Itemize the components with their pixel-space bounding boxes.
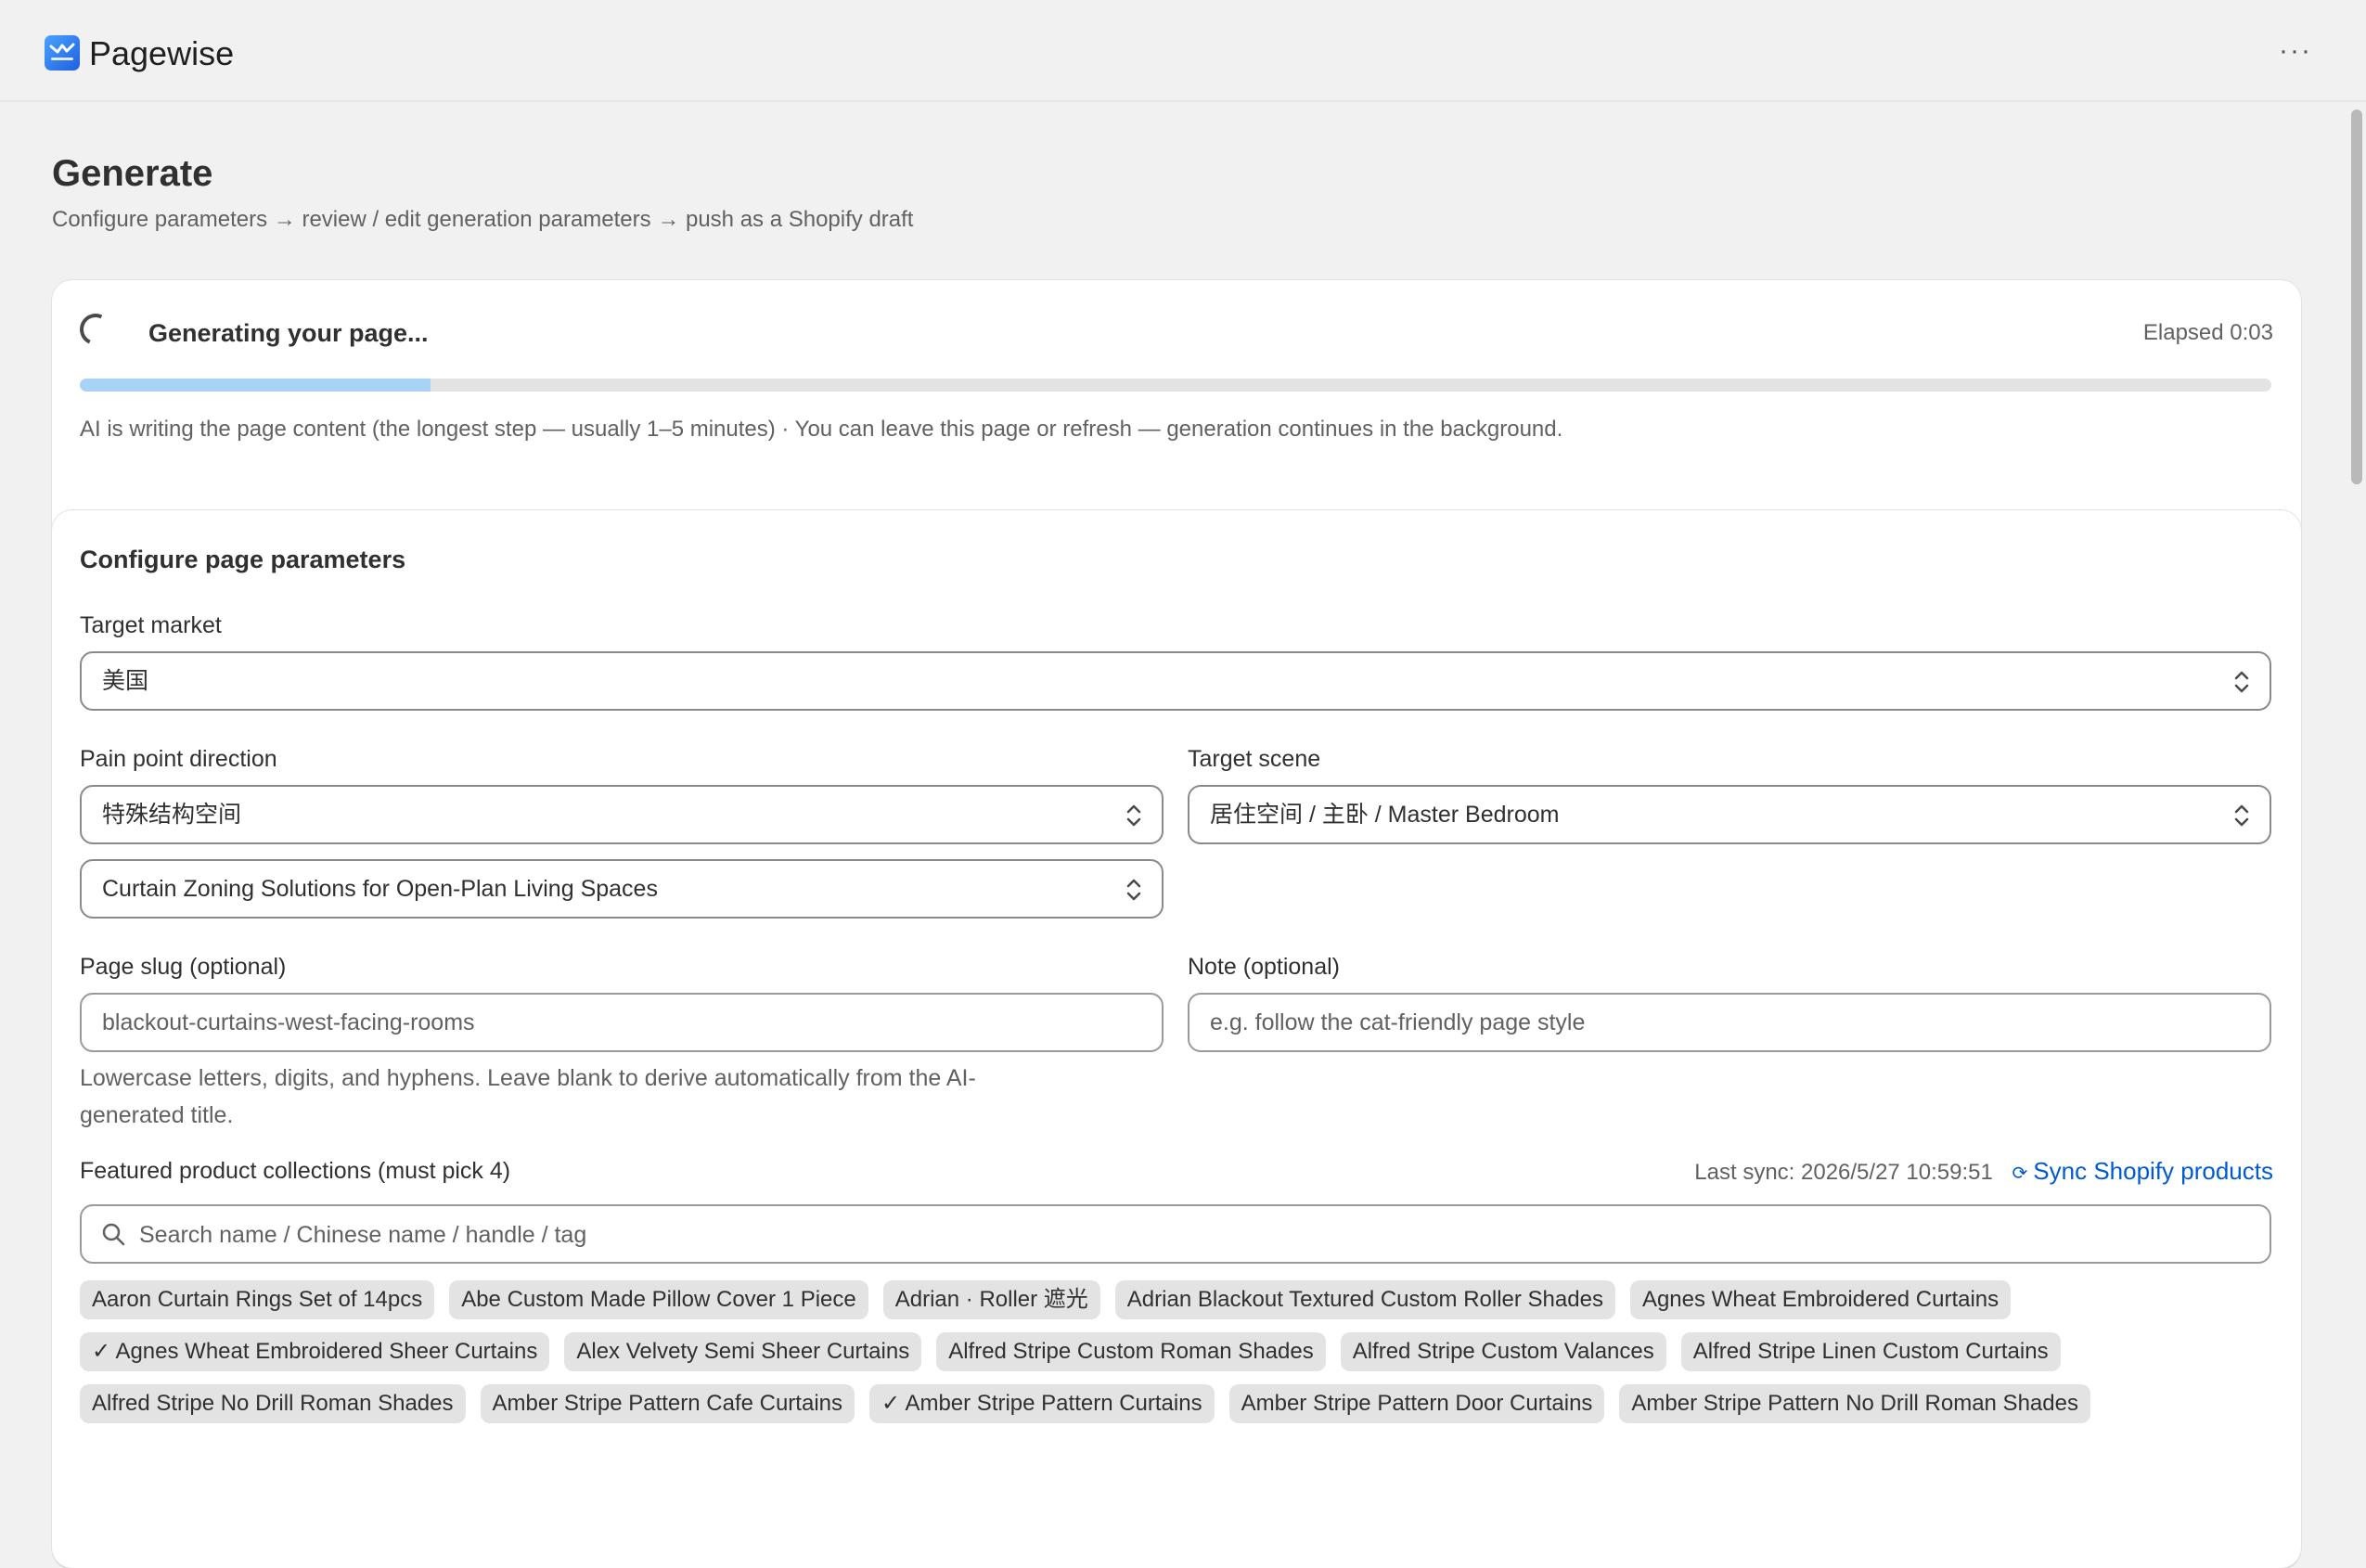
elapsed-time: Elapsed 0:03 <box>2142 320 2273 345</box>
page-subtitle: Configure parameters → review / edit gen… <box>52 207 914 232</box>
collections-label: Featured product collections (must pick … <box>80 1158 511 1184</box>
note-label: Note (optional) <box>1188 954 1340 980</box>
select-chevron-icon <box>2234 804 2249 827</box>
chip-row: ✓ Agnes Wheat Embroidered Sheer Curtains… <box>80 1332 2288 1371</box>
collection-chip[interactable]: Abe Custom Made Pillow Cover 1 Piece <box>449 1280 868 1319</box>
collection-chip[interactable]: ✓ Agnes Wheat Embroidered Sheer Curtains <box>80 1332 550 1371</box>
last-sync-time: Last sync: 2026/5/27 10:59:51 <box>1694 1160 1993 1185</box>
pain-point-value: 特殊结构空间 <box>102 802 242 828</box>
note-placeholder: e.g. follow the cat-friendly page style <box>1210 1009 1586 1035</box>
collection-chip[interactable]: Alfred Stripe Custom Valances <box>1340 1332 1666 1371</box>
collection-chip[interactable]: Adrian Blackout Textured Custom Roller S… <box>1114 1280 1615 1319</box>
collection-chip[interactable]: Amber Stripe Pattern Cafe Curtains <box>480 1384 855 1423</box>
more-options-icon[interactable]: ··· <box>2277 37 2314 71</box>
page-slug-hint: Lowercase letters, digits, and hyphens. … <box>80 1060 1164 1134</box>
app-title: Pagewise <box>89 34 235 72</box>
pain-point-sub-value: Curtain Zoning Solutions for Open-Plan L… <box>102 876 658 902</box>
collection-chip[interactable]: Agnes Wheat Embroidered Curtains <box>1629 1280 2012 1319</box>
search-icon <box>102 1223 125 1246</box>
progress-bar-fill <box>80 379 431 392</box>
scrollbar-thumb[interactable] <box>2351 109 2362 484</box>
target-market-select[interactable]: 美国 <box>80 651 2271 711</box>
page-title: Generate <box>52 153 213 194</box>
collection-chip[interactable]: Amber Stripe Pattern Door Curtains <box>1228 1384 1605 1423</box>
chip-row: Aaron Curtain Rings Set of 14pcs Abe Cust… <box>80 1280 2288 1319</box>
select-chevron-icon <box>1126 879 1141 901</box>
page-slug-input[interactable]: blackout-curtains-west-facing-rooms <box>80 993 1164 1052</box>
top-bar: Pagewise ··· <box>0 0 2366 102</box>
collection-chip[interactable]: Alex Velvety Semi Sheer Curtains <box>564 1332 922 1371</box>
target-scene-select[interactable]: 居住空间 / 主卧 / Master Bedroom <box>1188 785 2271 844</box>
sync-shopify-products-link[interactable]: Sync Shopify products <box>2033 1157 2273 1185</box>
page-slug-hint-line: generated title. <box>80 1102 234 1128</box>
section-title: Configure page parameters <box>80 546 406 573</box>
select-chevron-icon <box>1126 804 1141 827</box>
collection-chips: Aaron Curtain Rings Set of 14pcs Abe Cust… <box>80 1280 2288 1436</box>
collection-chip[interactable]: Alfred Stripe Linen Custom Curtains <box>1680 1332 2061 1371</box>
page-slug-label: Page slug (optional) <box>80 954 287 980</box>
collections-search[interactable] <box>80 1204 2271 1264</box>
collection-chip[interactable]: Aaron Curtain Rings Set of 14pcs <box>80 1280 435 1319</box>
select-chevron-icon <box>2234 671 2249 693</box>
app-logo-icon <box>45 35 80 71</box>
pain-point-label: Pain point direction <box>80 746 277 772</box>
collection-chip[interactable]: Alfred Stripe No Drill Roman Shades <box>80 1384 466 1423</box>
progress-note: AI is writing the page content (the long… <box>80 417 1563 442</box>
collection-chip[interactable]: Amber Stripe Pattern No Drill Roman Shad… <box>1619 1384 2090 1423</box>
page-slug-hint-line: Lowercase letters, digits, and hyphens. … <box>80 1065 976 1091</box>
target-scene-value: 居住空间 / 主卧 / Master Bedroom <box>1210 802 1560 828</box>
pain-point-sub-select[interactable]: Curtain Zoning Solutions for Open-Plan L… <box>80 859 1164 919</box>
collections-search-input[interactable] <box>137 1215 2247 1254</box>
progress-bar <box>80 379 2271 392</box>
configure-parameters-card: Configure page parameters Target market … <box>52 510 2301 1568</box>
sync-area: Last sync: 2026/5/27 10:59:51 ⟳ Sync Shop… <box>1694 1156 2273 1189</box>
collection-chip[interactable]: ✓ Amber Stripe Pattern Curtains <box>869 1384 1215 1423</box>
collection-chip[interactable]: Alfred Stripe Custom Roman Shades <box>936 1332 1326 1371</box>
target-market-value: 美国 <box>102 668 149 694</box>
spinner-icon <box>75 309 116 350</box>
target-scene-label: Target scene <box>1188 746 1321 772</box>
pain-point-select[interactable]: 特殊结构空间 <box>80 785 1164 844</box>
generation-status-title: Generating your page... <box>148 319 429 347</box>
collection-chip[interactable]: Adrian · Roller 遮光 <box>882 1280 1100 1319</box>
page-slug-value: blackout-curtains-west-facing-rooms <box>102 1009 475 1035</box>
sync-icon[interactable]: ⟳ <box>2012 1163 2028 1184</box>
target-market-label: Target market <box>80 612 222 638</box>
chip-row: Alfred Stripe No Drill Roman Shades Amber… <box>80 1384 2288 1423</box>
note-input[interactable]: e.g. follow the cat-friendly page style <box>1188 993 2271 1052</box>
